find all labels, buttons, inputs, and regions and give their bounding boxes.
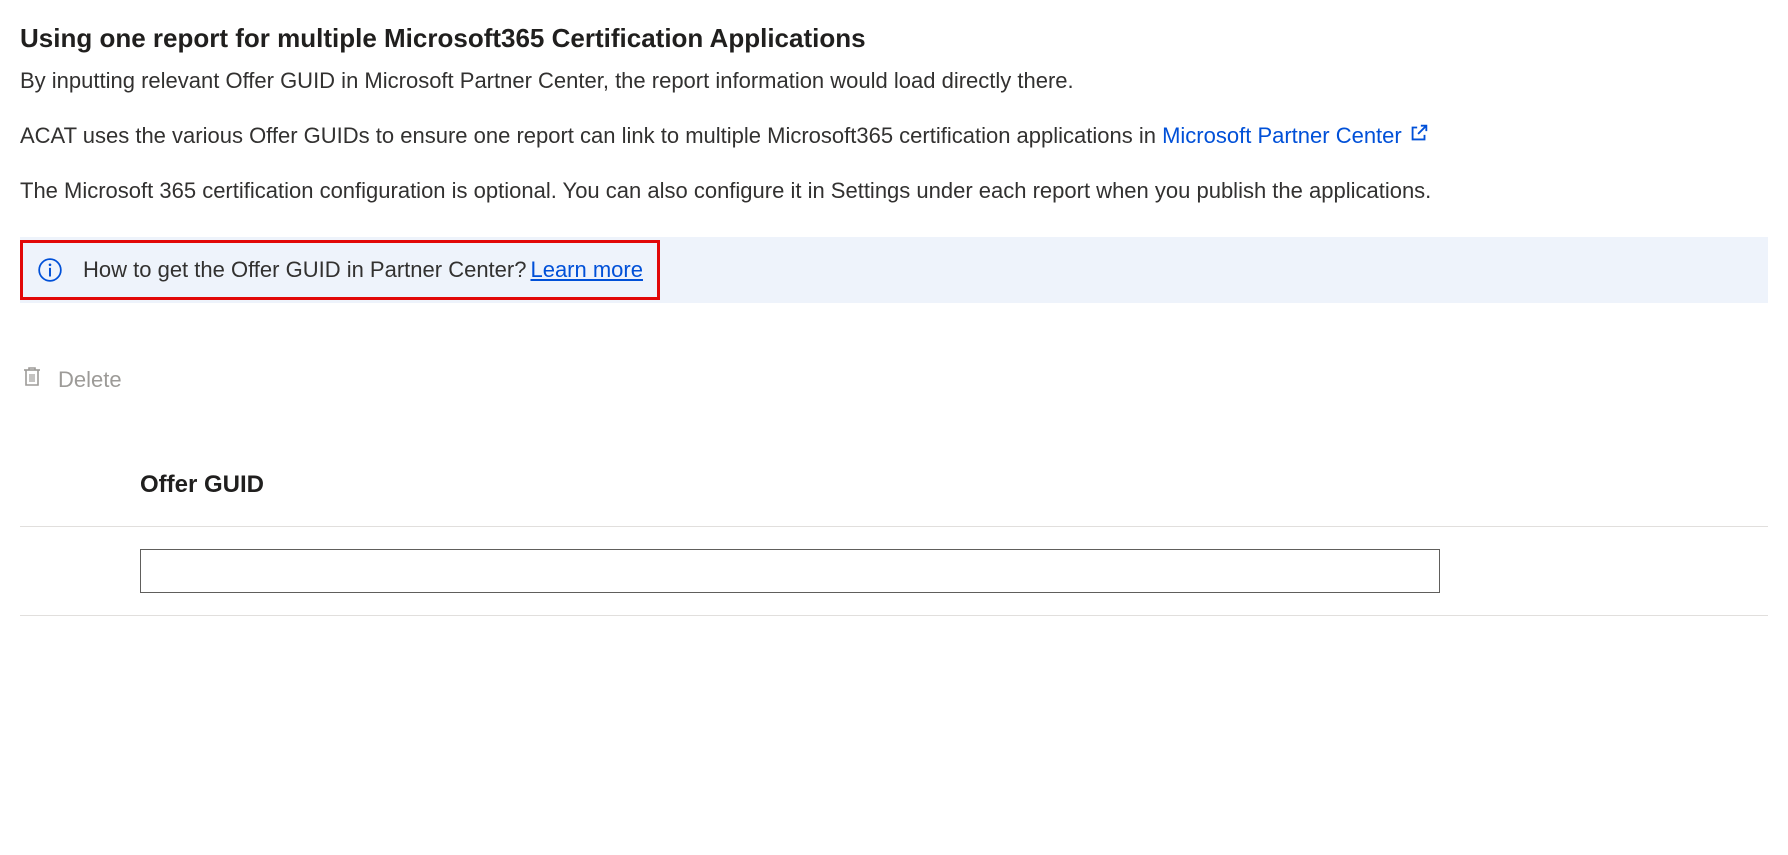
offer-guid-input[interactable]	[140, 549, 1440, 593]
section-heading: Using one report for multiple Microsoft3…	[20, 20, 1768, 56]
guid-paragraph-text: ACAT uses the various Offer GUIDs to ens…	[20, 123, 1162, 148]
delete-button[interactable]: Delete	[20, 363, 1768, 398]
learn-more-link[interactable]: Learn more	[530, 255, 643, 286]
table-row	[20, 527, 1768, 616]
info-icon	[37, 257, 63, 283]
info-bar-text: How to get the Offer GUID in Partner Cen…	[83, 255, 526, 286]
config-paragraph: The Microsoft 365 certification configur…	[20, 174, 1768, 207]
guid-paragraph: ACAT uses the various Offer GUIDs to ens…	[20, 119, 1768, 152]
external-link-icon	[1408, 123, 1430, 148]
trash-icon	[20, 363, 44, 398]
partner-center-link-text: Microsoft Partner Center	[1162, 123, 1402, 148]
info-bar: How to get the Offer GUID in Partner Cen…	[20, 237, 1768, 303]
offer-guid-column-header: Offer GUID	[20, 468, 1768, 502]
partner-center-link[interactable]: Microsoft Partner Center	[1162, 123, 1430, 148]
info-bar-highlight: How to get the Offer GUID in Partner Cen…	[20, 240, 660, 300]
intro-paragraph: By inputting relevant Offer GUID in Micr…	[20, 64, 1768, 97]
delete-label: Delete	[58, 365, 122, 396]
